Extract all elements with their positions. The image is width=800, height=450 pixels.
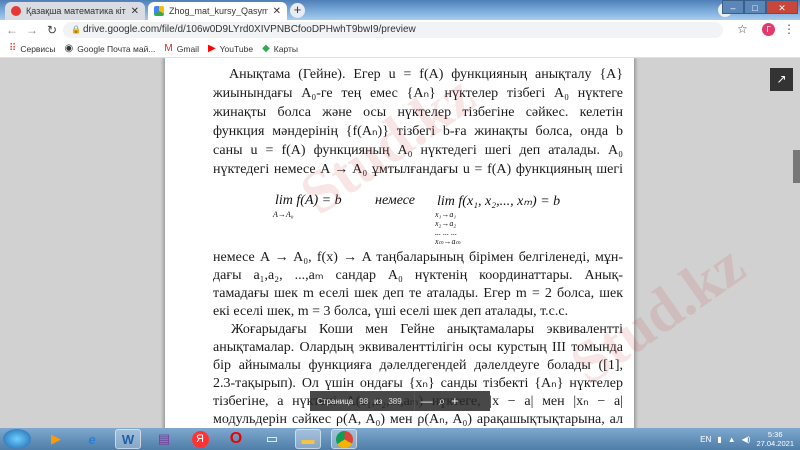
minimize-button[interactable]: – [722,0,744,14]
word-icon[interactable]: W [115,429,141,449]
taskbar: ▶ e W ▤ Я O ▭ ▬ EN ▮ ▲ ◀) 5:36 27.04.202… [0,428,800,450]
forward-icon[interactable]: → [24,23,40,37]
close-tab-icon[interactable]: ✕ [131,6,139,17]
maps-icon: ◆ [262,43,270,54]
bookmark-label: Google Почта май... [77,43,156,54]
bookmark-gmail[interactable]: M Gmail [164,43,199,54]
text-line: жиынындағы A₀-ге тең емес {Aₙ} нүктелер … [213,86,623,101]
chrome-icon[interactable] [331,429,357,449]
bookmark-label: Карты [273,43,299,54]
zoom-in-button[interactable]: + [451,394,458,408]
maximize-button[interactable]: □ [744,0,766,14]
start-button[interactable] [3,429,31,449]
text-line: бір айнымалы функцияға дәлелдегендей дәл… [213,358,623,373]
back-icon[interactable]: ← [4,23,20,37]
reload-icon[interactable]: ↻ [44,23,60,37]
text-line: нүктедегі немесе A → A₀ ұмтылғандағы u =… [213,162,623,177]
site-favicon-icon [11,6,21,16]
new-tab-button[interactable]: + [290,3,305,18]
text-line: дағы a₁,a₂, ...,aₘ сандар A₀ нүктенің ко… [213,268,623,283]
bookmark-label: Сервисы [20,43,56,54]
close-window-button[interactable]: ✕ [766,0,798,14]
system-tray: EN ▮ ▲ ◀) 5:36 27.04.2021 [700,428,794,450]
tab-strip: Қазақша математика кітаптары ✕ Zhog_mat_… [0,0,800,20]
explorer-icon[interactable]: ▬ [295,429,321,449]
formula-right-sub: ... ... ... [435,228,457,237]
google-drive-icon [154,6,164,16]
time: 5:36 [767,430,783,439]
bookmark-star-icon[interactable]: ☆ [737,22,748,36]
formula-right-sub: x₁→a₁ [435,210,457,219]
show-hidden-icons[interactable]: ▲ [728,435,736,444]
text-line: 2.3-тақырып). Ол үшін ондағы {xₙ} санды … [213,376,623,391]
formula-right-sub: xₘ→aₘ [435,237,461,246]
page-navigation-bar: Страница 98 из 389 — ⌕ + [310,391,490,411]
bookmark-label: Gmail [176,43,199,54]
bookmarks-bar: ⠿ Сервисы ◉ Google Почта май... M Gmail ▶ Yo… [0,40,800,58]
formula-right-sub: x₂→a₂ [435,219,457,228]
text-line: анықтамалар. Олардың эквиваленттілігін о… [213,340,623,355]
tab-title: Қазақша математика кітаптары [26,6,126,16]
bookmark-services[interactable]: ⠿ Сервисы [9,43,56,54]
text-line: модульдерін сәйкес ρ(A, A₀) мен ρ(Aₙ, A₀… [213,412,623,427]
bookmark-google-mail[interactable]: ◉ Google Почта май... [65,43,156,54]
page-label: Страница [317,396,354,406]
tab-pdf-preview[interactable]: Zhog_mat_kursy_Qasymov.pdf - Google Driv… [148,2,287,20]
open-in-new-window-icon[interactable]: ↗ [770,68,793,91]
bookmark-youtube[interactable]: ▶ YouTube [208,43,253,54]
media-player-icon[interactable]: ▶ [43,429,69,449]
youtube-icon: ▶ [207,43,216,54]
date: 27.04.2021 [756,439,794,448]
current-page-input[interactable]: 98 [359,397,368,406]
globe-icon: ◉ [64,43,74,54]
pdf-viewer: Анықтама (Гейне). Егер u = f(A) функциян… [0,58,800,428]
zoom-out-button[interactable]: — [421,394,433,408]
language-indicator[interactable]: EN [700,435,711,444]
text-line: жинақты болса және осы нүктелер тізбегін… [213,105,623,120]
avatar[interactable]: Г [762,23,775,36]
bookmark-label: YouTube [219,43,254,54]
page-of-label: из [374,396,383,406]
clock[interactable]: 5:36 27.04.2021 [756,430,794,448]
apps-grid-icon: ⠿ [9,43,17,54]
text-line: Жоғарыдағы Коши мен Гейне анықтамалары э… [231,322,623,337]
divider [413,391,415,411]
bookmark-maps[interactable]: ◆ Карты [262,43,298,54]
network-icon[interactable]: ▮ [717,435,721,444]
text-line: тамадағы шек m еселі шек деп те аталады.… [213,286,623,301]
yandex-icon[interactable]: Я [187,429,213,449]
notepad-icon[interactable]: ▭ [259,429,285,449]
formula-middle: немесе [375,193,416,208]
total-pages: 389 [388,396,402,406]
menu-icon[interactable]: ⋮ [783,22,795,36]
tab-title: Zhog_mat_kursy_Qasymov.pdf - Google Driv… [169,6,268,16]
formula-left: lim f(A) = b [275,193,342,208]
formula-right: lim f(x₁, x₂,..., xₘ) = b [437,194,561,209]
url-text[interactable]: drive.google.com/file/d/106w0D9LYrd0XIVP… [83,24,416,35]
formula-left-sub: A→A₀ [273,210,294,219]
text-line: саны u = f(A) функцияның A₀ нүктедегі ше… [213,143,623,158]
gmail-icon: M [164,43,173,54]
text-line: немесе A → A₀, f(x) → A таңбаларының бір… [213,250,623,265]
lock-icon: 🔒 [71,25,81,34]
pdf-page: Анықтама (Гейне). Егер u = f(A) функциян… [165,58,634,428]
close-tab-icon[interactable]: ✕ [273,6,281,17]
internet-explorer-icon[interactable]: e [79,429,105,449]
volume-icon[interactable]: ◀) [742,435,751,444]
zoom-icon[interactable]: ⌕ [439,394,446,409]
opera-icon[interactable]: O [223,429,249,449]
text-line: Анықтама (Гейне). Егер u = f(A) функциян… [229,67,623,82]
tab-kazakh-math-books[interactable]: Қазақша математика кітаптары ✕ [5,2,145,20]
text-line: функция мәндерінің {f(Aₙ)} тізбегі b-ға … [213,124,623,139]
text-line: екі еселі шек, m = 3 болса, үші еселі ше… [213,304,569,319]
scrollbar-thumb[interactable] [793,150,800,183]
winrar-icon[interactable]: ▤ [151,429,177,449]
